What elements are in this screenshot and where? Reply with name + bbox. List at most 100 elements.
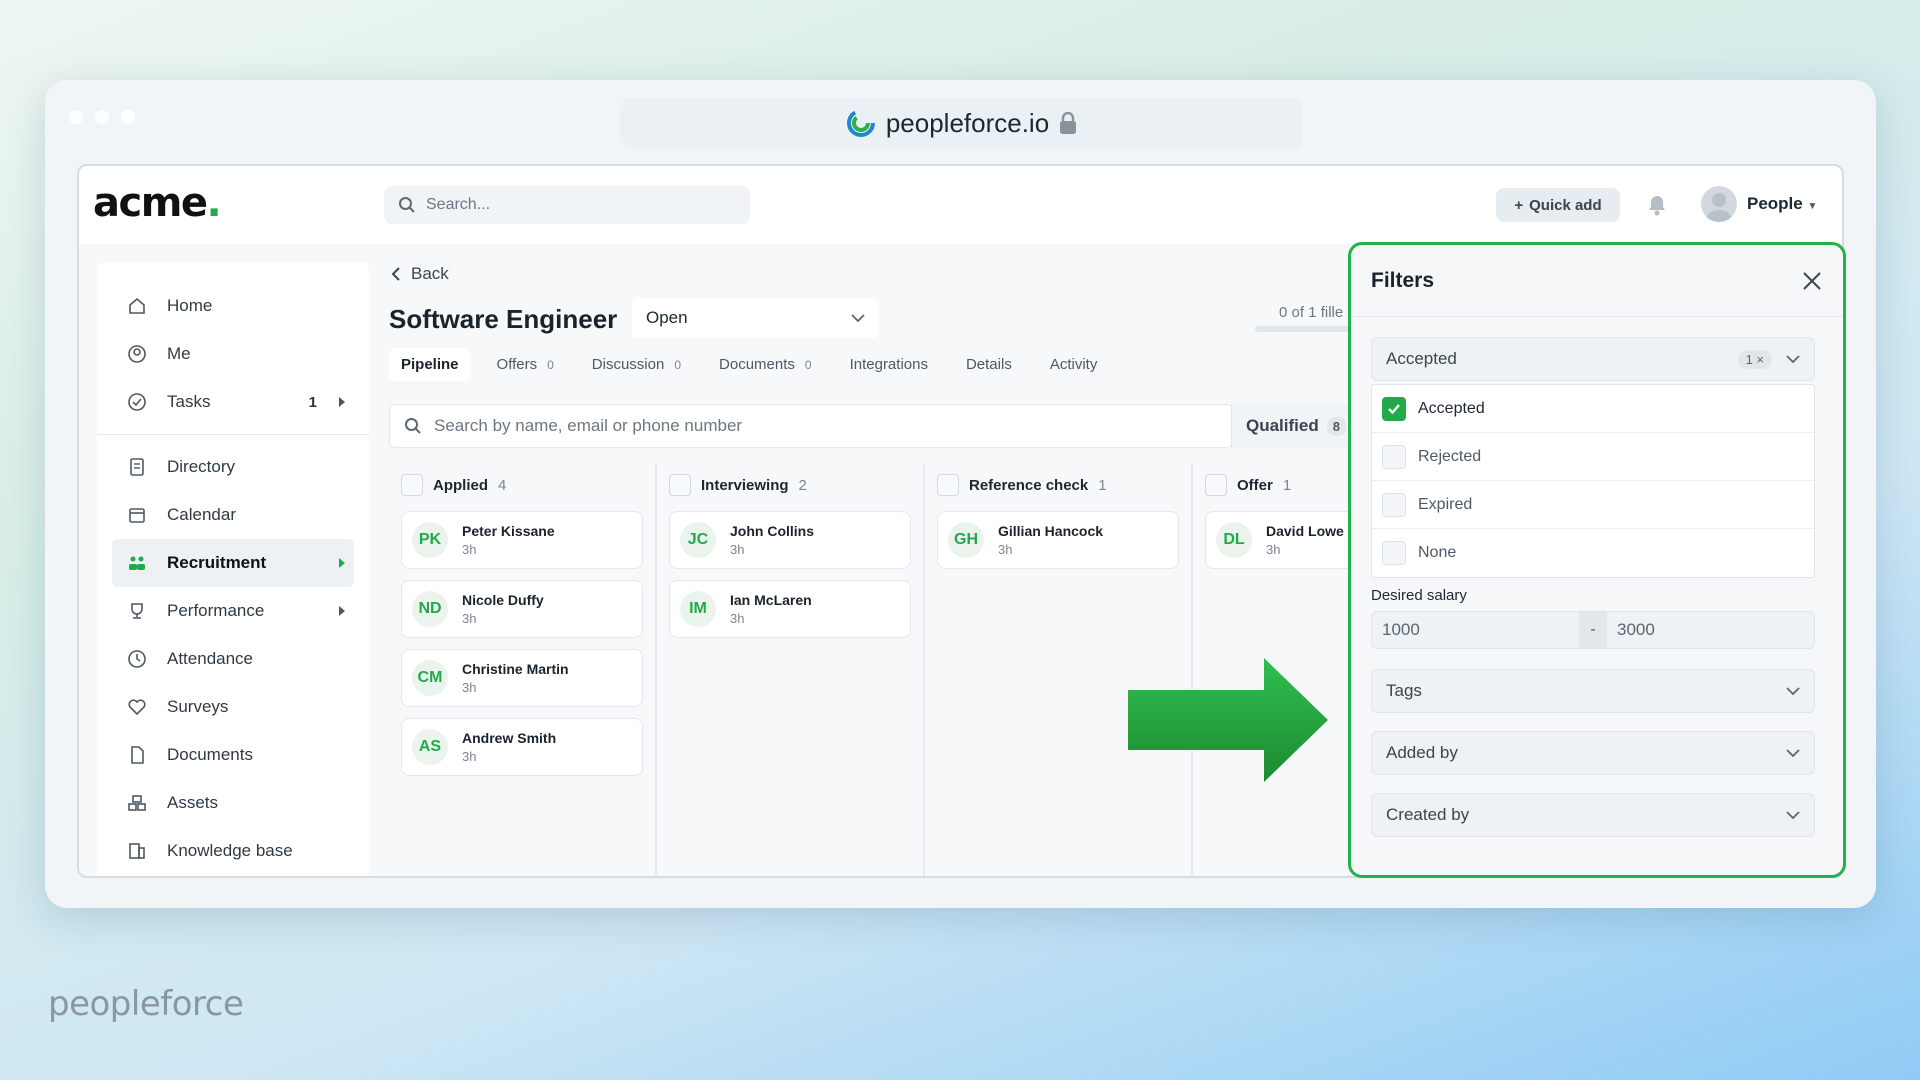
- offer-status-select[interactable]: Accepted 1 ×: [1371, 337, 1815, 381]
- chevron-right-icon: [339, 606, 345, 616]
- sidebar-item-documents[interactable]: Documents: [97, 731, 369, 779]
- filters-panel: Filters Accepted 1 × Accepted Rejected E…: [1348, 242, 1846, 878]
- offer-status-options: Accepted Rejected Expired None: [1371, 384, 1815, 578]
- sidebar-item-calendar[interactable]: Calendar: [97, 491, 369, 539]
- tab-discussion[interactable]: Discussion 0: [580, 348, 693, 381]
- candidate-time: 3h: [730, 611, 745, 626]
- trophy-icon: [131, 603, 143, 619]
- selected-count-chip[interactable]: 1 ×: [1737, 349, 1772, 369]
- window-dot-close[interactable]: [69, 110, 83, 124]
- option-accepted[interactable]: Accepted: [1372, 385, 1814, 433]
- tags-select[interactable]: Tags: [1371, 669, 1815, 713]
- sidebar-item-assets[interactable]: Assets: [97, 779, 369, 827]
- column-header: Interviewing 2: [669, 470, 911, 500]
- divider: [97, 434, 369, 435]
- candidate-card[interactable]: PK Peter Kissane 3h: [401, 511, 643, 569]
- desired-salary-range: 1000 - 3000: [1371, 611, 1815, 649]
- candidate-avatar: PK: [412, 522, 448, 558]
- sidebar-item-performance[interactable]: Performance: [97, 587, 369, 635]
- global-search-placeholder: Search...: [426, 196, 491, 213]
- close-icon[interactable]: [1801, 270, 1823, 292]
- sidebar-item-me[interactable]: Me: [97, 330, 369, 378]
- filters-title: Filters: [1371, 268, 1435, 292]
- tab-offers[interactable]: Offers 0: [485, 348, 566, 381]
- sidebar-item-recruitment[interactable]: Recruitment: [112, 539, 354, 587]
- chevron-down-icon: [851, 313, 865, 322]
- tab-integrations[interactable]: Integrations: [838, 348, 940, 381]
- tab-pipeline[interactable]: Pipeline: [389, 348, 471, 381]
- select-column-checkbox[interactable]: [1205, 474, 1227, 496]
- candidate-avatar: DL: [1216, 522, 1252, 558]
- select-column-checkbox[interactable]: [937, 474, 959, 496]
- candidate-time: 3h: [1266, 542, 1281, 557]
- tab-activity[interactable]: Activity: [1038, 348, 1110, 381]
- checkbox[interactable]: [1382, 492, 1406, 517]
- sidebar-item-home[interactable]: Home: [97, 282, 369, 330]
- clock-icon: [128, 650, 146, 668]
- candidate-time: 3h: [462, 749, 477, 764]
- candidate-search-input[interactable]: Search by name, email or phone number: [389, 404, 1233, 448]
- candidate-avatar: GH: [948, 522, 984, 558]
- tasks-count-badge: 1: [308, 393, 317, 411]
- back-link[interactable]: Back: [391, 264, 449, 284]
- footer-brand-logo: peopleforce: [48, 984, 244, 1024]
- document-icon: [131, 746, 144, 764]
- checkbox-checked[interactable]: [1382, 396, 1406, 421]
- notifications-bell-icon[interactable]: [1647, 194, 1667, 216]
- window-dot-maximize[interactable]: [121, 110, 135, 124]
- sidebar-item-knowledge-base[interactable]: Knowledge base: [97, 827, 369, 875]
- candidate-time: 3h: [462, 680, 477, 695]
- sidebar-item-directory[interactable]: Directory: [97, 443, 369, 491]
- select-column-checkbox[interactable]: [669, 474, 691, 496]
- sidebar-item-attendance[interactable]: Attendance: [97, 635, 369, 683]
- knowledge-base-icon: [129, 843, 145, 859]
- pipeline-column-applied: Applied 4 PK Peter Kissane 3h ND Nicole Duff…: [389, 464, 657, 876]
- filled-positions-text: 0 of 1 fille: [1279, 304, 1344, 321]
- candidate-card[interactable]: CM Christine Martin 3h: [401, 649, 643, 707]
- checkbox[interactable]: [1382, 541, 1406, 565]
- pipeline-column-interviewing: Interviewing 2 JC John Collins 3h IM Ian McL…: [657, 464, 925, 876]
- candidate-name: David Lowe: [1266, 523, 1344, 539]
- candidate-avatar: IM: [680, 591, 716, 627]
- option-rejected[interactable]: Rejected: [1372, 433, 1814, 481]
- candidate-card[interactable]: AS Andrew Smith 3h: [401, 718, 643, 776]
- checkbox[interactable]: [1382, 444, 1406, 469]
- quick-add-button[interactable]: + Quick add: [1496, 188, 1620, 222]
- sidebar-item-surveys[interactable]: Surveys: [97, 683, 369, 731]
- chevron-left-icon: [391, 267, 400, 281]
- job-status-select[interactable]: Open: [632, 298, 879, 338]
- user-circle-icon: [128, 345, 146, 363]
- chevron-down-icon: [1786, 810, 1800, 819]
- range-separator: -: [1579, 612, 1607, 648]
- search-icon: [405, 418, 421, 434]
- tab-documents[interactable]: Documents 0: [707, 348, 824, 381]
- salary-max-input[interactable]: 3000: [1607, 612, 1814, 648]
- option-none[interactable]: None: [1372, 529, 1814, 577]
- chevron-down-icon: [1786, 354, 1800, 363]
- added-by-select[interactable]: Added by: [1371, 731, 1815, 775]
- candidate-avatar: JC: [680, 522, 716, 558]
- chevron-down-icon: [1786, 748, 1800, 757]
- global-search-input[interactable]: Search...: [384, 186, 750, 224]
- sidebar-item-tasks[interactable]: Tasks 1: [97, 378, 369, 426]
- tab-details[interactable]: Details: [954, 348, 1024, 381]
- home-icon: [129, 297, 145, 314]
- created-by-select[interactable]: Created by: [1371, 793, 1815, 837]
- user-menu[interactable]: People ▼: [1747, 194, 1817, 214]
- address-bar[interactable]: peopleforce.io: [620, 98, 1303, 148]
- candidate-name: John Collins: [730, 523, 814, 539]
- peopleforce-logo-icon: [846, 109, 875, 137]
- qualified-filter-button[interactable]: Qualified 8: [1231, 404, 1351, 448]
- quick-add-label: Quick add: [1529, 196, 1602, 214]
- candidate-card[interactable]: JC John Collins 3h: [669, 511, 911, 569]
- candidate-card[interactable]: ND Nicole Duffy 3h: [401, 580, 643, 638]
- window-dot-minimize[interactable]: [95, 110, 109, 124]
- candidate-search-placeholder: Search by name, email or phone number: [434, 416, 743, 435]
- salary-min-input[interactable]: 1000: [1372, 612, 1579, 648]
- select-column-checkbox[interactable]: [401, 474, 423, 496]
- brand-logo[interactable]: acme.: [93, 180, 222, 226]
- option-expired[interactable]: Expired: [1372, 481, 1814, 529]
- candidate-card[interactable]: IM Ian McLaren 3h: [669, 580, 911, 638]
- candidate-card[interactable]: GH Gillian Hancock 3h: [937, 511, 1179, 569]
- user-avatar[interactable]: [1701, 186, 1737, 222]
